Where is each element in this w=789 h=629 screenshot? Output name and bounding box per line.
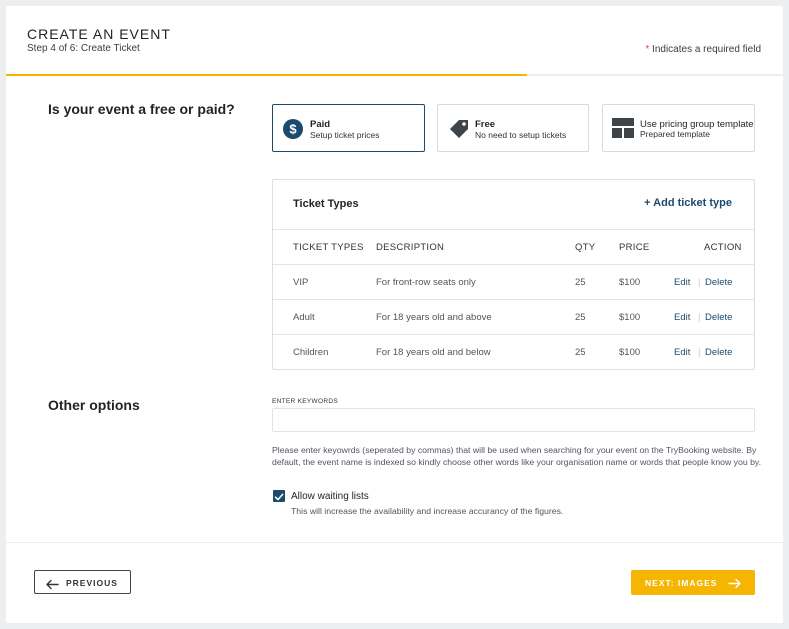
ticket-price: $100 <box>619 347 641 358</box>
option-free-subtitle: No need to setup tickets <box>475 130 567 140</box>
footer-divider <box>6 542 783 543</box>
ticket-description: For 18 years old and above <box>376 312 492 323</box>
column-header: QTY <box>575 242 596 253</box>
required-note: * Indicates a required field <box>645 44 761 55</box>
next-button-label: NEXT: IMAGES <box>645 578 718 588</box>
keywords-help-text: Please enter keyowrds (seperated by comm… <box>272 445 762 468</box>
option-template-subtitle: Prepared template <box>640 129 710 139</box>
ticket-type: Children <box>293 347 329 358</box>
column-header: TICKET TYPES <box>293 242 364 253</box>
edit-link[interactable]: Edit <box>674 312 690 323</box>
step-indicator: Step 4 of 6: Create Ticket <box>27 43 140 54</box>
other-options-title: Other options <box>48 397 140 413</box>
keywords-label: ENTER KEYWORDS <box>272 398 338 405</box>
page-header: CREATE AN EVENT Step 4 of 6: Create Tick… <box>6 6 783 76</box>
edit-link[interactable]: Edit <box>674 347 690 358</box>
progress-bar <box>6 74 783 76</box>
action-separator: | <box>698 347 701 358</box>
delete-link[interactable]: Delete <box>705 277 732 288</box>
template-grid-icon <box>612 118 634 143</box>
action-separator: | <box>698 312 701 323</box>
column-header: PRICE <box>619 242 650 253</box>
table-row: VIP For front-row seats only 25 $100 Edi… <box>273 265 754 300</box>
edit-link[interactable]: Edit <box>674 277 690 288</box>
column-header: ACTION <box>704 242 742 253</box>
waiting-list-help: This will increase the availability and … <box>291 506 564 516</box>
previous-button-label: PREVIOUS <box>66 578 118 588</box>
ticket-types-header: Ticket Types + Add ticket type <box>273 180 754 230</box>
add-ticket-type-button[interactable]: + Add ticket type <box>644 197 732 209</box>
arrow-left-icon <box>45 577 59 595</box>
ticket-qty: 25 <box>575 277 586 288</box>
ticket-price: $100 <box>619 312 641 323</box>
keywords-input[interactable] <box>272 408 755 432</box>
ticket-qty: 25 <box>575 312 586 323</box>
arrow-right-icon <box>728 576 742 594</box>
svg-text:$: $ <box>289 122 297 137</box>
progress-bar-fill <box>6 74 527 76</box>
delete-link[interactable]: Delete <box>705 347 732 358</box>
option-free-title: Free <box>475 119 496 130</box>
page-title: CREATE AN EVENT <box>27 26 171 42</box>
required-note-text: Indicates a required field <box>649 44 761 55</box>
ticket-types-title: Ticket Types <box>293 198 359 210</box>
option-paid-title: Paid <box>310 119 331 130</box>
ticket-description: For front-row seats only <box>376 277 476 288</box>
option-pricing-template[interactable]: Use pricing group template Prepared temp… <box>602 104 755 152</box>
option-paid[interactable]: $ Paid Setup ticket prices <box>272 104 425 152</box>
ticket-type: Adult <box>293 312 315 323</box>
waiting-list-label[interactable]: Allow waiting lists <box>291 491 369 502</box>
waiting-list-checkbox[interactable] <box>273 490 285 502</box>
option-free[interactable]: Free No need to setup tickets <box>437 104 589 152</box>
table-row: Children For 18 years old and below 25 $… <box>273 335 754 370</box>
tag-icon <box>448 118 470 145</box>
checkmark-icon <box>274 493 284 501</box>
delete-link[interactable]: Delete <box>705 312 732 323</box>
pricing-question: Is your event a free or paid? <box>48 101 235 117</box>
ticket-price: $100 <box>619 277 641 288</box>
next-images-button[interactable]: NEXT: IMAGES <box>631 570 755 595</box>
create-event-card: CREATE AN EVENT Step 4 of 6: Create Tick… <box>6 6 783 623</box>
column-header: DESCRIPTION <box>376 242 445 253</box>
option-paid-subtitle: Setup ticket prices <box>310 130 380 140</box>
dollar-circle-icon: $ <box>283 119 303 144</box>
ticket-type: VIP <box>293 277 309 288</box>
ticket-types-panel: Ticket Types + Add ticket type TICKET TY… <box>272 179 755 370</box>
previous-button[interactable]: PREVIOUS <box>34 570 131 594</box>
action-separator: | <box>698 277 701 288</box>
table-row: Adult For 18 years old and above 25 $100… <box>273 300 754 335</box>
ticket-description: For 18 years old and below <box>376 347 491 358</box>
table-header-row: TICKET TYPES DESCRIPTION QTY PRICE ACTIO… <box>273 230 754 265</box>
ticket-qty: 25 <box>575 347 586 358</box>
